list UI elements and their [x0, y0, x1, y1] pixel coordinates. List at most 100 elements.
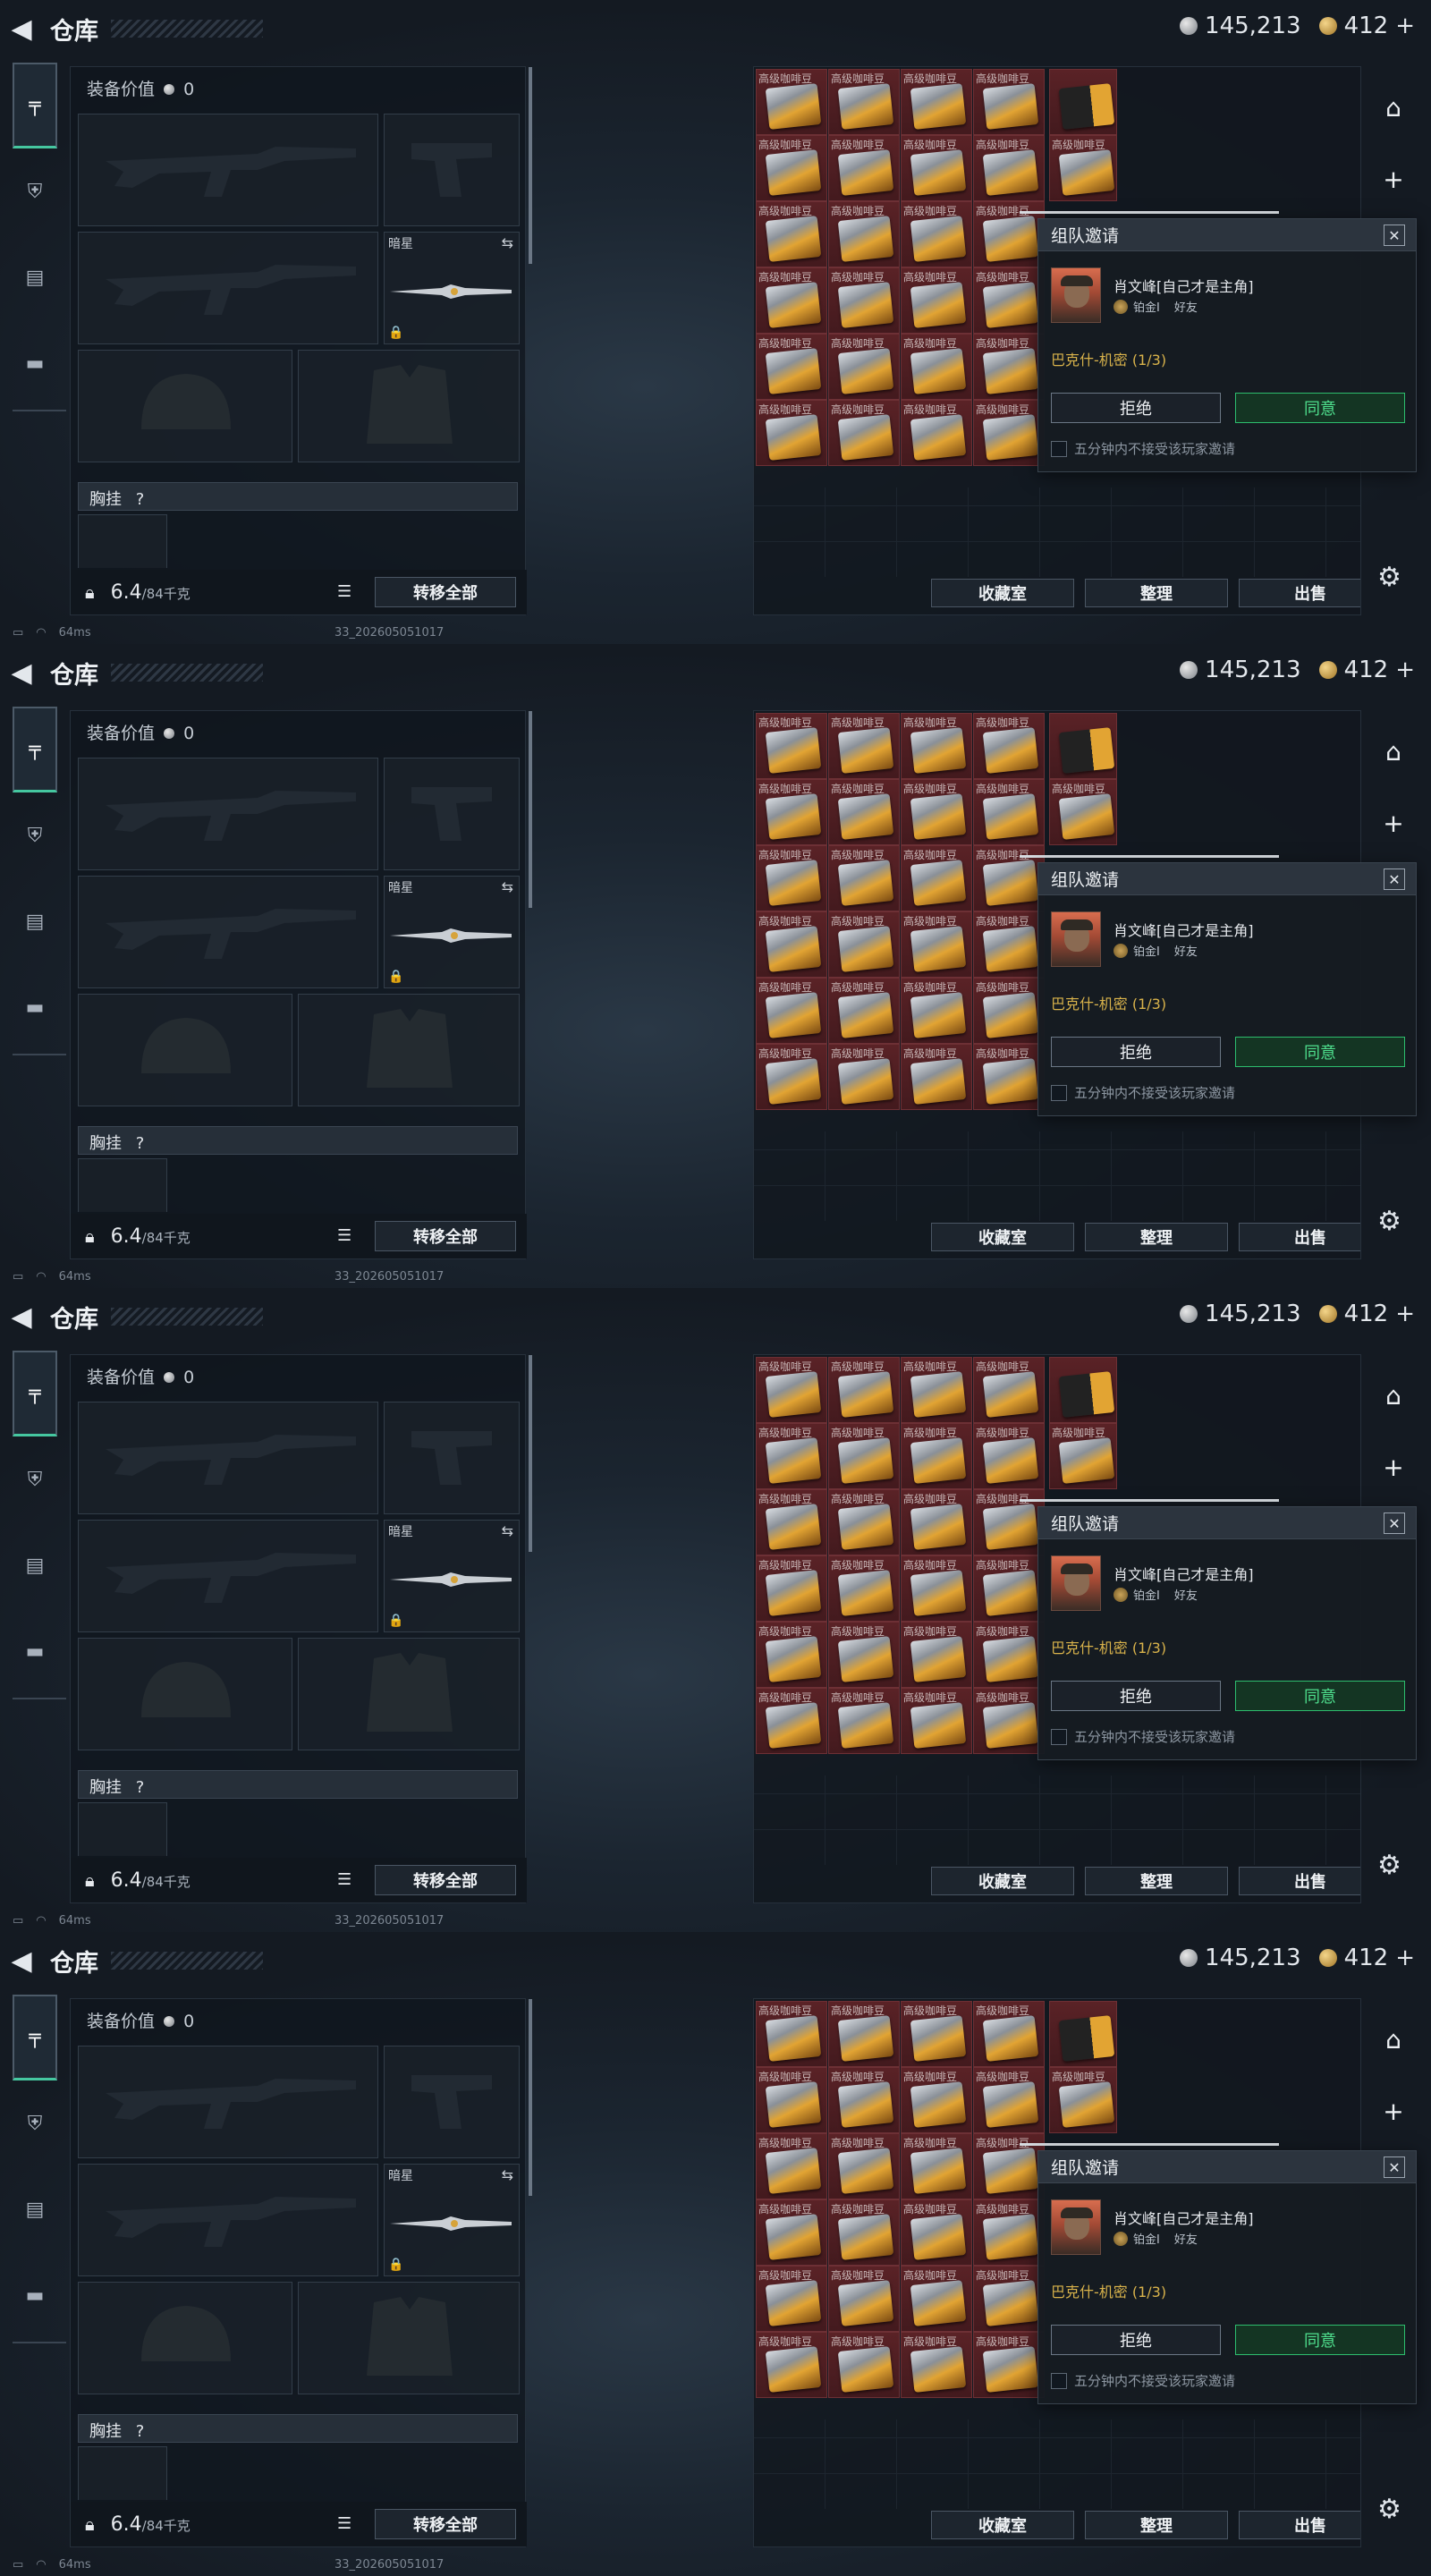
transfer-all-button[interactable]: 转移全部 [375, 2509, 516, 2539]
mute-option[interactable]: 五分钟内不接受该玩家邀请 [1051, 439, 1235, 458]
primary-weapon-slot[interactable] [78, 114, 378, 226]
stash-item[interactable]: 高级咖啡豆 [756, 2332, 827, 2398]
mute-checkbox[interactable] [1051, 1728, 1067, 1745]
stash-item[interactable]: 高级咖啡豆 [901, 1489, 972, 1555]
collection-button[interactable]: 收藏室 [931, 1867, 1074, 1895]
reject-button[interactable]: 拒绝 [1051, 1681, 1221, 1711]
sort-button[interactable]: 整理 [1085, 579, 1228, 607]
close-icon[interactable]: ✕ [1384, 2157, 1405, 2178]
stash-item[interactable]: 高级咖啡豆 [756, 69, 827, 135]
stash-item[interactable]: 高级咖啡豆 [973, 2199, 1045, 2266]
stash-item[interactable]: 高级咖啡豆 [901, 779, 972, 845]
stash-item[interactable]: 高级咖啡豆 [756, 2001, 827, 2067]
stash-item[interactable]: 高级咖啡豆 [828, 2266, 900, 2332]
helmet-slot[interactable] [78, 2282, 292, 2394]
stash-item[interactable]: 高级咖啡豆 [756, 2133, 827, 2199]
scrollbar[interactable] [529, 711, 532, 908]
help-icon[interactable]: ? [136, 490, 145, 509]
stash-item[interactable]: 高级咖啡豆 [973, 2067, 1045, 2133]
add-icon[interactable]: + [1368, 787, 1418, 859]
stash-item[interactable]: 高级咖啡豆 [828, 779, 900, 845]
stash-item[interactable]: 高级咖啡豆 [756, 267, 827, 334]
back-icon[interactable]: ◀ [0, 0, 43, 57]
back-icon[interactable]: ◀ [0, 1932, 43, 1989]
stash-item[interactable]: 高级咖啡豆 [756, 1489, 827, 1555]
add-icon[interactable]: + [1368, 143, 1418, 215]
stash-item[interactable]: 高级咖啡豆 [901, 2199, 972, 2266]
melee-slot[interactable]: 暗星 ⇆ 🔒 [384, 1520, 520, 1632]
accept-button[interactable]: 同意 [1235, 1681, 1405, 1711]
stash-item[interactable]: 高级咖啡豆 [973, 1357, 1045, 1423]
sell-button[interactable]: 出售 [1239, 1867, 1360, 1895]
tab-armor[interactable]: ⛨ [13, 2080, 57, 2166]
helmet-slot[interactable] [78, 1638, 292, 1750]
add-currency-button[interactable]: + [1395, 13, 1415, 39]
stash-item[interactable]: 高级咖啡豆 [973, 1622, 1045, 1688]
tab-storage[interactable]: ▬ [13, 2252, 57, 2338]
stash-item[interactable]: 高级咖啡豆 [973, 1044, 1045, 1110]
add-icon[interactable]: + [1368, 1431, 1418, 1503]
stash-item[interactable]: 高级咖啡豆 [901, 845, 972, 911]
stash-item[interactable]: 高级咖啡豆 [756, 135, 827, 201]
stash-item[interactable]: 高级咖啡豆 [756, 1622, 827, 1688]
secondary-weapon-slot[interactable] [78, 876, 378, 988]
secondary-weapon-slot[interactable] [78, 232, 378, 344]
add-currency-button[interactable]: + [1395, 657, 1415, 683]
stash-item[interactable]: 高级咖啡豆 [901, 2001, 972, 2067]
close-icon[interactable]: ✕ [1384, 225, 1405, 246]
stash-item[interactable]: 高级咖啡豆 [828, 2067, 900, 2133]
tab-weapons[interactable]: ╤ [13, 63, 57, 148]
melee-slot[interactable]: 暗星 ⇆ 🔒 [384, 232, 520, 344]
tab-armor[interactable]: ⛨ [13, 792, 57, 878]
stash-item[interactable]: 高级咖啡豆 [756, 2266, 827, 2332]
stash-item[interactable]: 高级咖啡豆 [828, 135, 900, 201]
stash-item[interactable]: 高级咖啡豆 [828, 2199, 900, 2266]
stash-item[interactable]: 高级咖啡豆 [756, 2199, 827, 2266]
list-icon[interactable]: ☰ [337, 582, 351, 601]
stash-item[interactable]: 高级咖啡豆 [901, 1555, 972, 1622]
stash-item[interactable]: 高级咖啡豆 [901, 2332, 972, 2398]
mute-checkbox[interactable] [1051, 440, 1067, 457]
tab-weapons[interactable]: ╤ [13, 707, 57, 792]
stash-item[interactable]: 高级咖啡豆 [756, 1423, 827, 1489]
stash-item[interactable]: 高级咖啡豆 [756, 911, 827, 978]
mute-checkbox[interactable] [1051, 2372, 1067, 2389]
safe-box-icon[interactable]: ⌂ [1368, 72, 1418, 143]
collection-button[interactable]: 收藏室 [931, 579, 1074, 607]
stash-item[interactable]: 高级咖啡豆 [973, 334, 1045, 400]
stash-item[interactable]: 高级咖啡豆 [828, 2133, 900, 2199]
stash-item[interactable]: 高级咖啡豆 [828, 267, 900, 334]
tab-missions[interactable]: ▤ [13, 234, 57, 320]
stash-item[interactable]: 高级咖啡豆 [973, 713, 1045, 779]
tab-missions[interactable]: ▤ [13, 1522, 57, 1608]
primary-weapon-slot[interactable] [78, 758, 378, 870]
stash-item[interactable]: 高级咖啡豆 [901, 1357, 972, 1423]
transfer-all-button[interactable]: 转移全部 [375, 577, 516, 607]
stash-item[interactable]: 高级咖啡豆 [973, 1423, 1045, 1489]
sort-button[interactable]: 整理 [1085, 1867, 1228, 1895]
stash-item[interactable]: 高级咖啡豆 [756, 1357, 827, 1423]
stash-item[interactable]: 高级咖啡豆 [901, 713, 972, 779]
tab-weapons[interactable]: ╤ [13, 1351, 57, 1436]
tab-storage[interactable]: ▬ [13, 964, 57, 1050]
stash-item[interactable]: 高级咖啡豆 [901, 1044, 972, 1110]
transfer-all-button[interactable]: 转移全部 [375, 1865, 516, 1895]
stash-item[interactable]: 高级咖啡豆 [973, 400, 1045, 466]
stash-item[interactable]: 高级咖啡豆 [828, 911, 900, 978]
sell-button[interactable]: 出售 [1239, 2511, 1360, 2539]
scrollbar[interactable] [529, 1355, 532, 1552]
accept-button[interactable]: 同意 [1235, 1037, 1405, 1067]
stash-item[interactable]: 高级咖啡豆 [1049, 1423, 1117, 1489]
armor-slot[interactable] [298, 994, 520, 1106]
sell-button[interactable]: 出售 [1239, 579, 1360, 607]
stash-item[interactable]: 高级咖啡豆 [828, 845, 900, 911]
stash-item[interactable]: 高级咖啡豆 [756, 779, 827, 845]
stash-item[interactable] [1049, 69, 1117, 135]
chest-rig-slot[interactable] [78, 1158, 167, 1212]
stash-item[interactable]: 高级咖啡豆 [756, 334, 827, 400]
stash-item[interactable]: 高级咖啡豆 [901, 267, 972, 334]
melee-slot[interactable]: 暗星 ⇆ 🔒 [384, 2164, 520, 2276]
safe-box-icon[interactable]: ⌂ [1368, 716, 1418, 787]
tab-missions[interactable]: ▤ [13, 2166, 57, 2252]
stash-item[interactable]: 高级咖啡豆 [901, 135, 972, 201]
